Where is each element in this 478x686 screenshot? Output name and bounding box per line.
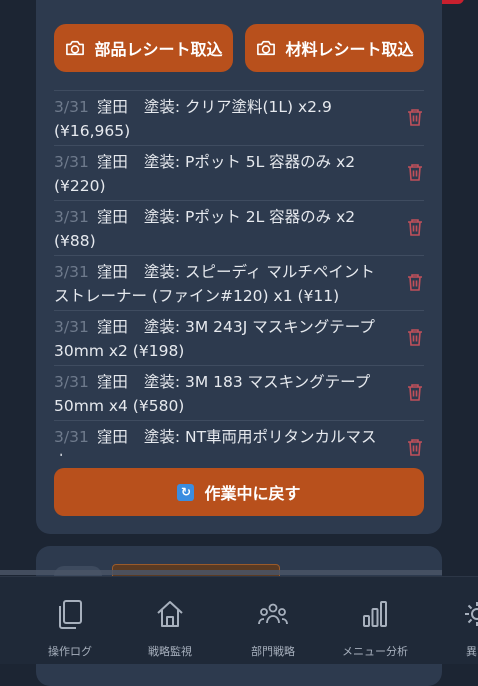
list-item: 3/31 窪田 塗装: クリア塗料(1L) x2.9 (¥16,965) — [54, 90, 424, 145]
item-person: 窪田 — [96, 428, 128, 446]
nav-label: 部門戦略 — [251, 645, 295, 658]
nav-item-anomaly[interactable]: 異常 — [426, 577, 478, 665]
trash-icon[interactable] — [406, 162, 424, 182]
trash-icon[interactable] — [406, 437, 424, 456]
item-person: 窪田 — [96, 153, 128, 171]
trash-icon[interactable] — [406, 217, 424, 237]
list-item: 3/31 窪田 塗装: Pポット 5L 容器のみ x2 (¥220) — [54, 145, 424, 200]
nav-item-operation-log[interactable]: 操作ログ — [19, 577, 121, 665]
camera-icon — [66, 40, 85, 56]
item-person: 窪田 — [96, 263, 128, 281]
nav-label: 戦略監視 — [148, 645, 192, 658]
parts-receipt-label: 部品レシート取込 — [94, 40, 223, 59]
item-date: 3/31 — [54, 263, 89, 281]
return-to-in-progress-button[interactable]: ↻ 作業中に戻す — [54, 468, 424, 516]
list-item: 3/31 窪田 塗装: 3M 243J マスキングテープ 30mm x2 (¥198… — [54, 310, 424, 365]
item-date: 3/31 — [54, 373, 89, 391]
item-person: 窪田 — [96, 373, 128, 391]
trash-icon[interactable] — [406, 107, 424, 127]
people-icon — [258, 603, 288, 625]
item-person: 窪田 — [96, 208, 128, 226]
nav-label: 異常 — [466, 645, 478, 658]
material-receipt-label: 材料レシート取込 — [285, 40, 414, 59]
item-date: 3/31 — [54, 208, 89, 226]
item-date: 3/31 — [54, 153, 89, 171]
bottom-nav: 操作ログ 戦略監視 部門戦略 メニュー分析 異常 — [0, 576, 478, 664]
item-date: 3/31 — [54, 318, 89, 336]
copy-icon — [59, 600, 82, 629]
horizontal-scrollbar[interactable] — [0, 570, 442, 575]
item-description: 塗装: クリア塗料(1L) x2.9 (¥16,965) — [54, 98, 332, 140]
parts-receipt-button[interactable]: 部品レシート取込 — [54, 24, 233, 72]
bar-chart-icon — [363, 601, 387, 627]
trash-icon[interactable] — [406, 272, 424, 292]
nav-item-department-strategy[interactable]: 部門戦略 — [222, 577, 324, 665]
nav-label: 操作ログ — [48, 645, 92, 658]
item-person: 窪田 — [96, 98, 128, 116]
item-date: 3/31 — [54, 428, 89, 446]
work-card: 部品レシート取込 材料レシート取込 3/31 窪田 塗装: クリア塗料(1L) x2… — [36, 0, 442, 534]
return-button-label: 作業中に戻す — [204, 484, 301, 503]
trash-icon[interactable] — [406, 382, 424, 402]
trash-icon[interactable] — [406, 327, 424, 347]
list-item: 3/31 窪田 塗装: スピーディ マルチペイントストレーナー (ファイン#120)… — [54, 255, 424, 310]
item-date: 3/31 — [54, 98, 89, 116]
nav-item-strategy-monitor[interactable]: 戦略監視 — [119, 577, 221, 665]
material-receipt-button[interactable]: 材料レシート取込 — [245, 24, 424, 72]
nav-label: メニュー分析 — [342, 645, 408, 658]
material-list: 3/31 窪田 塗装: クリア塗料(1L) x2.9 (¥16,965) 3/31 窪… — [54, 90, 424, 456]
home-icon — [157, 601, 183, 627]
list-item: 3/31 窪田 塗装: Pポット 2L 容器のみ x2 (¥88) — [54, 200, 424, 255]
camera-icon — [257, 40, 276, 56]
nav-item-menu-analysis[interactable]: メニュー分析 — [324, 577, 426, 665]
list-item: 3/31窪田塗装: NT車両用ポリタンカルマスカ — [54, 420, 424, 456]
list-item: 3/31 窪田 塗装: 3M 183 マスキングテープ 50mm x4 (¥580) — [54, 365, 424, 420]
gear-icon — [465, 602, 478, 626]
refresh-icon: ↻ — [177, 483, 195, 501]
item-person: 窪田 — [96, 318, 128, 336]
